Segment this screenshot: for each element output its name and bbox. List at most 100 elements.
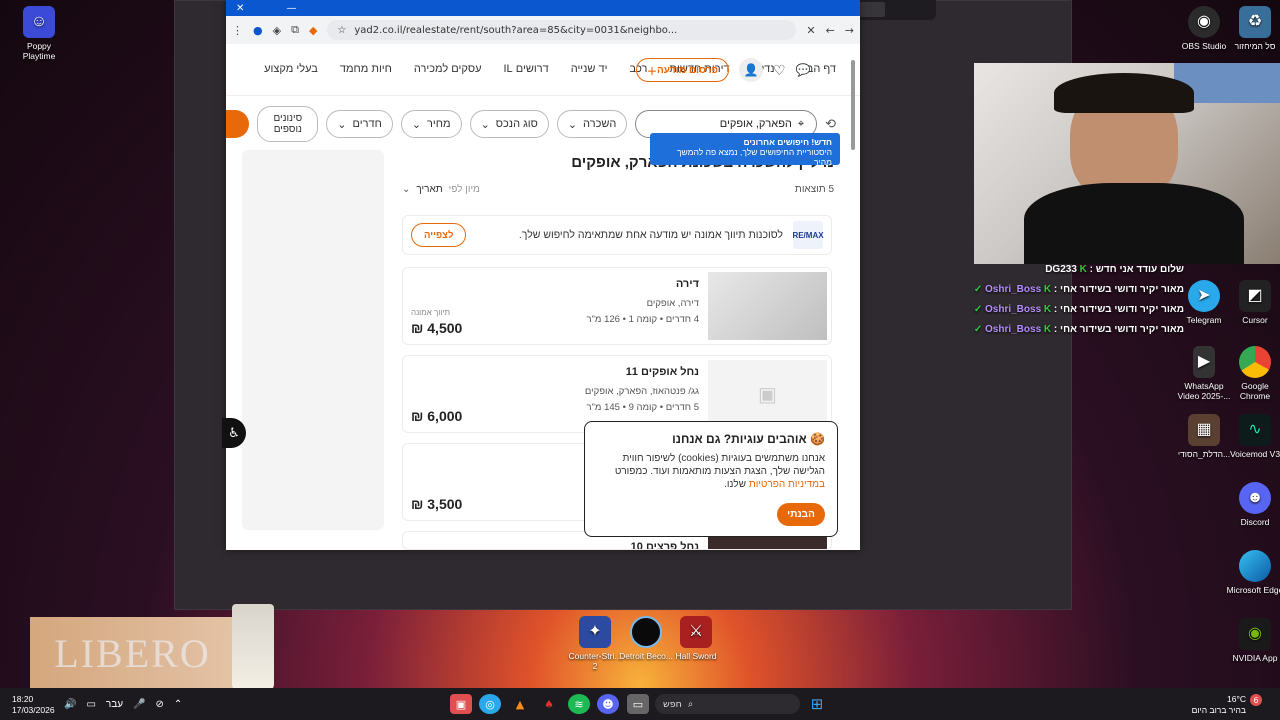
desktop-icon-image[interactable]: ▦ הדלת_הסודי... [1175,414,1233,459]
header-actions: ＋ פרסום מודעה 👤 ♡ 💬 [636,58,811,82]
view-agency-button[interactable]: לצפייה [411,223,467,247]
desktop-icon-obs[interactable]: ◉ OBS Studio [1175,6,1233,51]
recent-searches-tooltip: חדש! חיפושים אחרונים היסטוריית החיפושים … [650,133,840,167]
chevron-down-icon: ⌄ [402,184,411,195]
scrollbar[interactable] [851,58,857,548]
back-icon[interactable]: ← [826,24,835,37]
heart-icon[interactable]: ♡ [773,62,786,79]
history-icon[interactable]: ⟲ [825,116,836,132]
taskbar-chrome-icon[interactable]: ◎ [479,694,501,714]
desktop-icon-discord[interactable]: ☻ Discord [1226,482,1280,527]
notification-badge[interactable]: 6 [1250,694,1262,706]
chevron-up-icon[interactable]: ⌃ [174,699,182,710]
close-tab-icon[interactable]: ✕ [806,24,815,37]
desktop-icon-poppy[interactable]: ☺ Poppy Playtime [10,6,68,61]
remax-logo-icon: RE/MAX [792,221,824,249]
extension-icon[interactable]: ● [253,24,263,37]
desktop-icon-edge[interactable]: Microsoft Edge [1226,550,1280,595]
url-text: yad2.co.il/realestate/rent/south?area=85… [354,24,678,36]
forward-icon[interactable]: → [845,24,854,37]
nav-item[interactable]: עסקים למכירה [414,63,482,76]
vlc-icon[interactable]: ▲ [509,694,531,714]
weather-widget[interactable]: 16°C בהיר ברוב היום [1190,694,1246,716]
location-pin-icon: ⌖ [797,117,805,130]
mic-icon[interactable]: 🎤 [133,699,145,710]
chat-icon[interactable]: 💬 [796,63,811,77]
tab-icon[interactable]: ◆ [309,24,317,37]
accept-cookies-button[interactable]: הבנתי [777,503,825,526]
filter-more[interactable]: סינונים נוספים [257,106,319,142]
telegram-icon: ➤ [1188,280,1220,312]
system-tray: 🔊 ▭ עבר 🎤 ⊘ ⌃ [64,699,182,710]
notifications-muted-icon[interactable]: ⊘ [156,699,164,710]
nav-item[interactable]: בעלי מקצוע [264,63,318,76]
browser-titlebar: ✕ — [226,0,860,16]
sidebar-ad-slot [242,150,384,530]
taskbar-discord-icon[interactable]: ☻ [597,694,619,714]
desktop-icon-hall-sword[interactable]: ⚔ Hall Sword [667,616,725,661]
image-placeholder-icon: ▣ [708,360,827,428]
badge-icon: K [1079,264,1087,275]
minimize-icon[interactable]: — [286,3,296,14]
network-icon[interactable]: ▭ [86,699,95,710]
menu-icon[interactable]: ⋮ [232,24,243,37]
recycle-bin-icon: ♻ [1239,6,1271,38]
results-count: 5 תוצאות [794,184,834,195]
extension-icon-2[interactable]: ◈ [273,24,281,37]
filter-property-type[interactable]: סוג הנכס ⌄ [469,110,549,138]
nav-item[interactable]: חיות מחמד [340,63,392,76]
sort-control[interactable]: מיון לפי תאריך ⌄ [402,184,480,195]
chevron-down-icon: ⌄ [411,118,422,131]
cs2-icon: ✦ [579,616,611,648]
language-indicator[interactable]: עבר [106,699,123,710]
post-ad-button[interactable]: ＋ פרסום מודעה [636,58,730,82]
nav-item[interactable]: דרושים IL [503,63,548,76]
windows-start-icon[interactable]: ⊞ [806,694,828,714]
chat-message: שלום עודד אני חדש : DG233 K [1045,264,1184,275]
streamer-hoodie [1024,183,1244,264]
star-icon[interactable]: ☆ [337,25,346,36]
obs-icon: ◉ [1188,6,1220,38]
edge-icon [1239,550,1271,582]
desktop-icon-cs2[interactable]: ✦ Counter-Stri... 2 [566,616,624,671]
poppy-game-icon: ☺ [23,6,55,38]
listing-card[interactable]: דירה דירה, אופקים 4 חדרים • קומה 1 • 126… [402,267,832,345]
image-file-icon: ▦ [1188,414,1220,446]
pin-app-icon[interactable]: ♠ [538,694,560,714]
address-bar[interactable]: ☆ yad2.co.il/realestate/rent/south?area=… [327,20,797,40]
nvidia-icon: ◉ [1239,618,1271,650]
discord-icon: ☻ [1239,482,1271,514]
filter-price[interactable]: מחיר ⌄ [400,110,462,138]
nav-item[interactable]: יד שנייה [571,63,608,76]
search-submit-button[interactable] [226,110,250,138]
desktop-icon-chrome[interactable]: Google Chrome [1226,346,1280,401]
desktop-icon-cursor[interactable]: ◩ Cursor [1226,280,1280,325]
user-icon[interactable]: 👤 [739,58,764,82]
sponsor-banner: LIBERO [30,617,235,689]
desktop-icon-video[interactable]: ▶ WhatsApp Video 2025-... [1175,346,1233,401]
scrollbar-thumb[interactable] [851,60,855,150]
chevron-down-icon: ⌄ [337,118,347,131]
desktop-icon-recycle[interactable]: ♻ סל המיחזור [1226,6,1280,51]
search-icon: ⌕ [687,698,694,710]
taskbar-app-icon[interactable]: ▣ [450,694,472,714]
agency-banner[interactable]: RE/MAX לסוכנות תיווך אמונה יש מודעה אחת … [402,215,832,255]
spotify-icon[interactable]: ≋ [568,694,590,714]
chat-message: מאור יקיר ודושי בשידור אחי : Oshri_Boss … [973,284,1184,295]
filter-rooms[interactable]: חדרים ⌄ [326,110,393,138]
volume-icon[interactable]: 🔊 [64,699,76,710]
hall-sword-icon: ⚔ [680,616,712,648]
desktop-icon-telegram[interactable]: ➤ Telegram [1175,280,1233,325]
desktop-icon-voicemod[interactable]: ∿ Voicemod V3 [1226,414,1280,459]
puzzle-icon[interactable]: ⧉ [291,23,299,37]
taskbar-search[interactable]: ⌕ חפש [655,694,800,714]
desktop-icon-nvidia[interactable]: ◉ NVIDIA App [1226,618,1280,663]
privacy-policy-link[interactable]: במדיניות הפרטיות [749,479,825,490]
listing-photo [708,272,827,340]
filter-deal-type[interactable]: השכרה ⌄ [556,110,628,138]
perfume-bottle [232,604,274,692]
chevron-down-icon: ⌄ [567,118,578,131]
close-icon[interactable]: ✕ [236,3,244,14]
file-explorer-icon[interactable]: ▭ [627,694,649,714]
chat-message: מאור יקיר ודושי בשידור אחי : Oshri_Boss … [973,304,1184,315]
